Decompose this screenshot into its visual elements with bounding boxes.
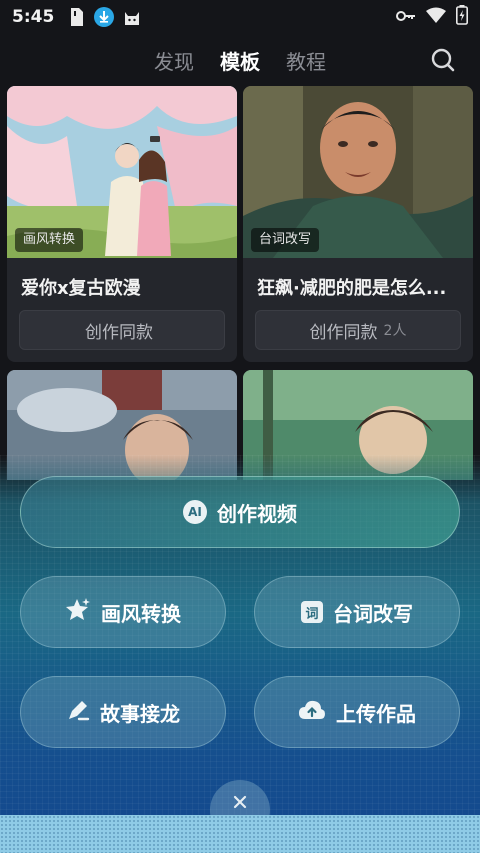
- close-icon: [233, 794, 247, 813]
- download-icon: [94, 7, 115, 27]
- pen-icon: [66, 698, 90, 727]
- status-time: 5:45: [12, 7, 55, 27]
- tab-tutorials[interactable]: 教程: [286, 46, 326, 75]
- card-title: 狂飙·减肥的肥是怎么...: [257, 278, 447, 299]
- create-same-button[interactable]: 创作同款 2人: [255, 310, 461, 350]
- line-rewrite-label: 台词改写: [333, 601, 413, 626]
- style-convert-button[interactable]: 画风转换: [20, 576, 226, 648]
- story-relay-label: 故事接龙: [100, 701, 180, 726]
- ai-icon: AI: [183, 500, 207, 524]
- battery-icon: [456, 5, 468, 29]
- story-relay-button[interactable]: 故事接龙: [20, 676, 226, 748]
- status-right-icons: [396, 0, 468, 34]
- template-card[interactable]: 台词改写 狂飙·减肥的肥是怎么... 创作同款 2人: [243, 86, 473, 362]
- create-same-button[interactable]: 创作同款: [19, 310, 225, 350]
- top-tabs: 发现 模板 教程: [0, 40, 480, 80]
- search-icon[interactable]: [430, 47, 456, 73]
- card-tag: 台词改写: [251, 228, 320, 252]
- upload-work-label: 上传作品: [336, 701, 416, 726]
- create-same-label: 创作同款: [85, 322, 153, 343]
- key-icon: [396, 8, 416, 27]
- status-bar: 5:45: [0, 0, 480, 34]
- card-tag: 画风转换: [15, 228, 84, 252]
- card-title: 爱你x复古欧漫: [21, 278, 141, 299]
- bottom-strip: [0, 815, 480, 853]
- create-same-label: 创作同款: [309, 322, 378, 343]
- tab-templates[interactable]: 模板: [220, 46, 260, 75]
- cloud-upload-icon: [298, 699, 326, 726]
- style-convert-label: 画风转换: [101, 601, 181, 626]
- upload-work-button[interactable]: 上传作品: [254, 676, 460, 748]
- cat-app-icon: [122, 7, 142, 27]
- wifi-icon: [426, 7, 446, 27]
- template-card[interactable]: 画风转换 爱你x复古欧漫 创作同款: [7, 86, 237, 362]
- sparkle-star-icon: [65, 597, 91, 628]
- create-video-label: 创作视频: [217, 501, 297, 526]
- tab-discover[interactable]: 发现: [154, 46, 194, 75]
- sim-card-icon: [66, 7, 86, 27]
- line-rewrite-button[interactable]: 词 台词改写: [254, 576, 460, 648]
- create-video-button[interactable]: AI 创作视频: [20, 476, 460, 548]
- create-same-count: 2人: [383, 323, 407, 339]
- word-icon: 词: [301, 601, 323, 623]
